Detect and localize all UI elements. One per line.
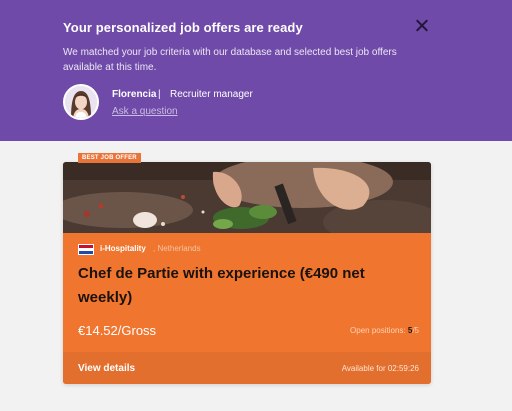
- salary: €14.52/Gross: [78, 323, 157, 338]
- availability-label: Available for: [341, 364, 386, 373]
- netherlands-flag-icon: [78, 244, 94, 255]
- job-photo: [63, 162, 431, 233]
- banner-text: We matched your job criteria with our da…: [63, 47, 397, 73]
- close-icon[interactable]: [414, 18, 430, 34]
- open-positions: Open positions: 5/5: [350, 326, 419, 335]
- company-name: i-Hospitality: [100, 244, 146, 253]
- banner-title: Your personalized job offers are ready: [63, 20, 303, 35]
- job-title[interactable]: Chef de Partie with experience (€490 net…: [78, 262, 418, 310]
- job-offer-card[interactable]: i-Hospitality , Netherlands Chef de Part…: [63, 162, 431, 384]
- company-country: , Netherlands: [153, 244, 201, 253]
- best-job-offer-badge: BEST JOB OFFER: [78, 153, 141, 163]
- open-positions-label: Open positions:: [350, 326, 406, 335]
- card-footer: View details Available for 02:59:26: [63, 352, 431, 384]
- open-positions-total: /5: [412, 326, 419, 335]
- view-details-button[interactable]: View details: [78, 363, 135, 374]
- ask-question-link[interactable]: Ask a question: [112, 106, 178, 117]
- notification-banner: Your personalized job offers are ready W…: [0, 0, 512, 141]
- separator: |: [158, 89, 161, 100]
- availability-timer: 02:59:26: [387, 364, 419, 373]
- recruiter-name: Florencia: [112, 89, 157, 100]
- avatar: [63, 84, 99, 120]
- avatar-image: [65, 86, 97, 118]
- recruiter-role: Recruiter manager: [170, 89, 253, 100]
- availability: Available for 02:59:26: [342, 364, 419, 373]
